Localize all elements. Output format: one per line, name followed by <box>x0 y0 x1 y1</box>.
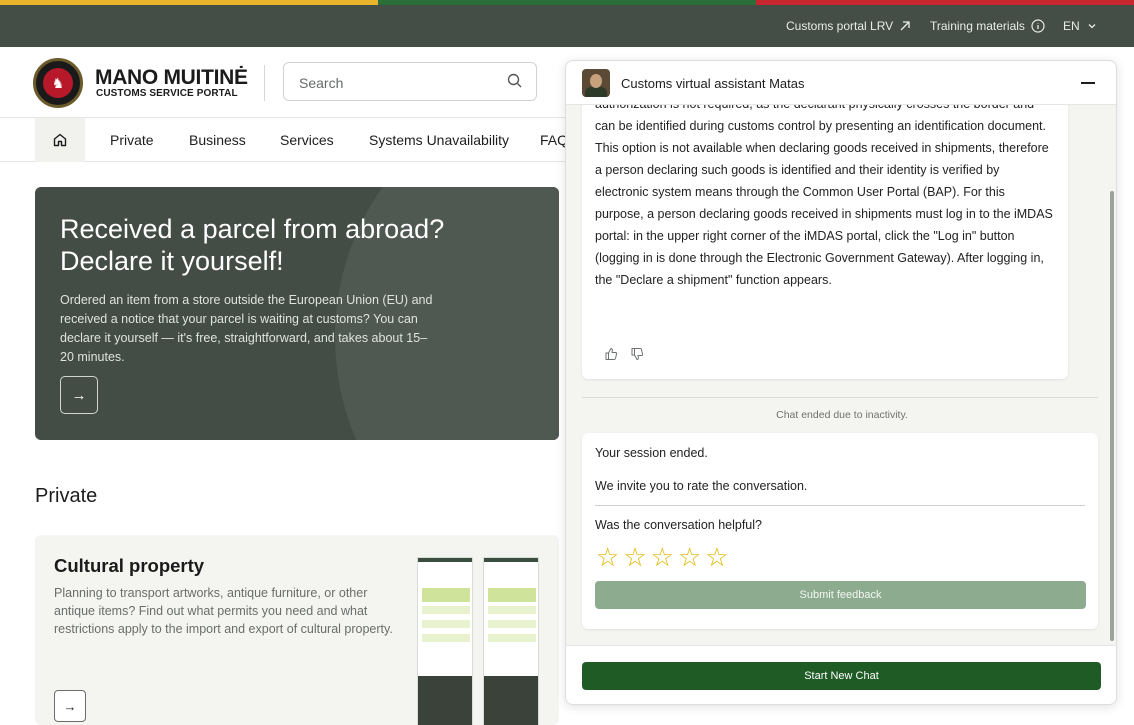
start-new-chat-button[interactable]: Start New Chat <box>582 662 1101 690</box>
assistant-message: authorization is not required, as the de… <box>582 105 1068 379</box>
thumbs-up-icon[interactable] <box>604 347 618 361</box>
rating-panel: Your session ended. We invite you to rat… <box>582 433 1098 629</box>
main-navigation: Private Business Services Systems Unavai… <box>0 117 568 162</box>
card-thumbnail-1 <box>417 557 473 725</box>
customs-portal-link[interactable]: Customs portal LRV <box>786 19 911 33</box>
hero-title: Received a parcel from abroad? Declare i… <box>60 214 445 276</box>
minimize-button[interactable] <box>1076 71 1100 95</box>
nav-item-systems-unavailability[interactable]: Systems Unavailability <box>369 132 509 148</box>
search-icon[interactable] <box>506 72 524 90</box>
card-arrow-button[interactable]: → <box>54 690 86 722</box>
chat-messages[interactable]: authorization is not required, as the de… <box>566 105 1116 645</box>
nav-item-services[interactable]: Services <box>280 132 334 148</box>
chevron-down-icon <box>1088 24 1096 29</box>
message-feedback <box>604 347 644 361</box>
thumbs-down-icon[interactable] <box>630 347 644 361</box>
chat-ended-notice: Chat ended due to inactivity. <box>776 409 908 421</box>
private-section-title: Private <box>35 485 98 507</box>
brand-subtitle: CUSTOMS SERVICE PORTAL <box>96 88 238 99</box>
home-icon <box>53 133 67 147</box>
session-ended-text: Your session ended. <box>595 446 708 460</box>
top-utility-bar: Customs portal LRV Training materials EN <box>0 5 1134 47</box>
chat-footer: Start New Chat <box>566 645 1116 704</box>
customs-portal-link-label: Customs portal LRV <box>786 19 894 33</box>
knight-emblem-icon: ♞ <box>43 68 73 98</box>
assistant-avatar <box>582 69 610 97</box>
chat-title: Customs virtual assistant Matas <box>621 76 805 91</box>
chat-ended-divider <box>582 397 1098 398</box>
star-icon[interactable]: ☆ <box>623 543 646 571</box>
training-materials-label: Training materials <box>930 19 1025 33</box>
nav-home[interactable] <box>35 118 85 162</box>
search-placeholder: Search <box>299 75 344 91</box>
card-thumbnail-2 <box>483 557 539 725</box>
language-label: EN <box>1063 19 1080 33</box>
star-rating: ☆ ☆ ☆ ☆ ☆ <box>596 543 729 571</box>
invite-rate-text: We invite you to rate the conversation. <box>595 479 808 493</box>
assistant-message-text: authorization is not required, as the de… <box>595 105 1053 287</box>
chat-widget: Customs virtual assistant Matas authoriz… <box>565 60 1117 705</box>
submit-feedback-button[interactable]: Submit feedback <box>595 581 1086 609</box>
header-divider <box>264 65 265 101</box>
minus-icon <box>1081 82 1095 84</box>
hero-arrow-button[interactable]: → <box>60 376 98 414</box>
helpful-question: Was the conversation helpful? <box>595 518 762 532</box>
chat-scrollbar[interactable] <box>1110 191 1114 641</box>
training-materials-link[interactable]: Training materials <box>930 19 1045 33</box>
hero-banner: Received a parcel from abroad? Declare i… <box>35 187 559 440</box>
star-icon[interactable]: ☆ <box>596 543 619 571</box>
brand-title[interactable]: MANO MUITINĖ <box>95 66 248 90</box>
card-title: Cultural property <box>54 555 205 576</box>
coat-of-arms-logo[interactable]: ♞ <box>33 58 83 108</box>
language-selector[interactable]: EN <box>1063 19 1098 33</box>
star-icon[interactable]: ☆ <box>678 543 701 571</box>
star-icon[interactable]: ☆ <box>651 543 674 571</box>
nav-item-faq[interactable]: FAQ <box>540 132 568 148</box>
rating-divider <box>595 505 1085 506</box>
chat-header: Customs virtual assistant Matas <box>566 61 1116 105</box>
star-icon[interactable]: ☆ <box>705 543 728 571</box>
card-text: Planning to transport artworks, antique … <box>54 586 393 636</box>
hero-text: Ordered an item from a store outside the… <box>60 293 433 364</box>
nav-item-private[interactable]: Private <box>110 132 154 148</box>
cultural-property-card[interactable]: Cultural property Planning to transport … <box>35 535 559 725</box>
nav-item-business[interactable]: Business <box>189 132 246 148</box>
info-icon <box>1031 19 1045 33</box>
external-arrow-icon <box>900 21 910 31</box>
search-input[interactable]: Search <box>283 62 537 101</box>
